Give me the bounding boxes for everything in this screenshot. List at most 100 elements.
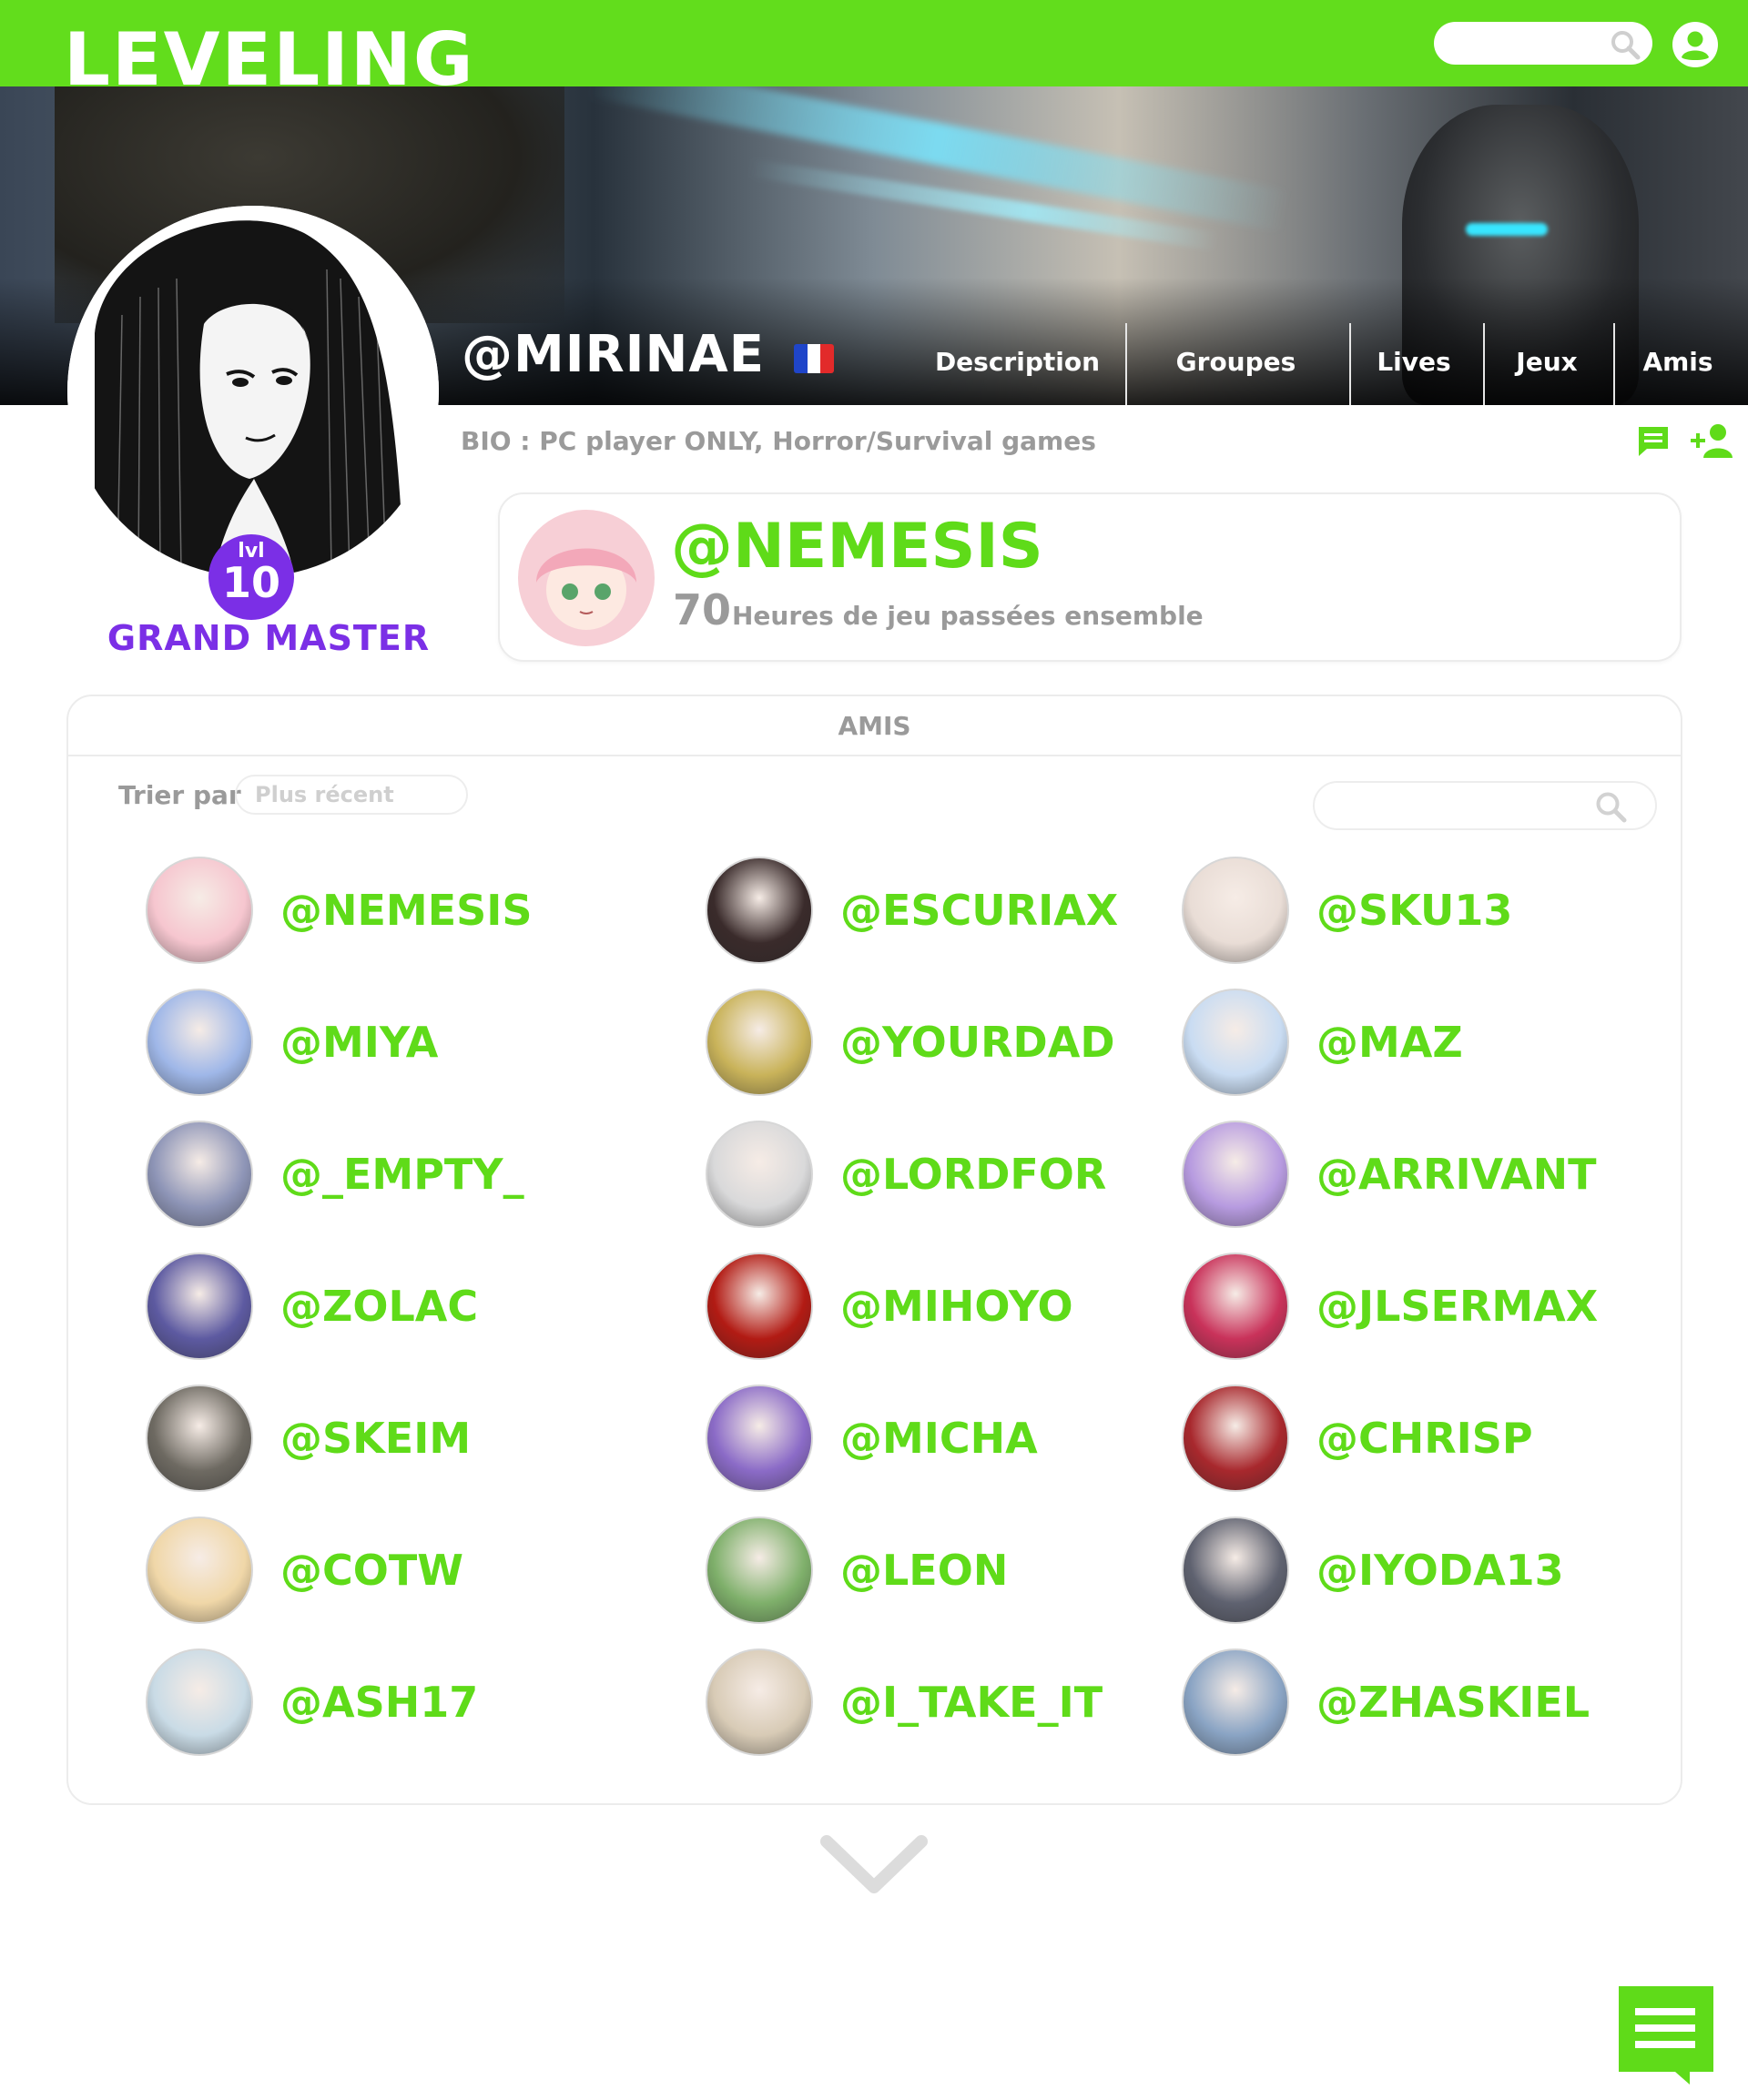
friend-item[interactable]: @MAZ xyxy=(1182,989,1692,1098)
hours-label: Heures de jeu passées ensemble xyxy=(732,601,1204,631)
friend-name[interactable]: @NEMESIS xyxy=(280,889,533,931)
friend-name[interactable]: @COTW xyxy=(280,1549,463,1591)
sort-select[interactable]: Plus récent xyxy=(235,775,468,815)
friend-avatar xyxy=(1182,989,1289,1096)
friend-item[interactable]: @ZOLAC xyxy=(146,1253,656,1362)
friend-item[interactable]: @I_TAKE_IT xyxy=(706,1649,1215,1758)
friend-avatar xyxy=(146,1121,253,1228)
friend-name[interactable]: @LORDFOR xyxy=(840,1153,1106,1195)
friend-avatar xyxy=(706,857,813,964)
chevron-down-icon[interactable] xyxy=(819,1834,929,1902)
friend-name[interactable]: @ASH17 xyxy=(280,1681,478,1723)
message-icon[interactable] xyxy=(1636,424,1671,462)
friend-name[interactable]: @MIHOYO xyxy=(840,1285,1073,1327)
profile-bio: BIO : PC player ONLY, Horror/Survival ga… xyxy=(461,426,1096,456)
friend-name[interactable]: @JLSERMAX xyxy=(1316,1285,1598,1327)
friend-name[interactable]: @ZOLAC xyxy=(280,1285,478,1327)
app-logo[interactable]: LEVELING xyxy=(64,24,475,87)
friend-avatar xyxy=(146,1649,253,1756)
top-bar: LEVELING xyxy=(0,0,1748,86)
friend-item[interactable]: @ARRIVANT xyxy=(1182,1121,1692,1230)
friend-item[interactable]: @MIYA xyxy=(146,989,656,1098)
add-friend-icon[interactable] xyxy=(1689,421,1734,463)
friend-item[interactable]: @MICHA xyxy=(706,1385,1215,1494)
friend-item[interactable]: @SKEIM xyxy=(146,1385,656,1494)
friend-name[interactable]: @CHRISP xyxy=(1316,1417,1533,1459)
tab-description[interactable]: Description xyxy=(915,320,1120,402)
friend-item[interactable]: @ESCURIAX xyxy=(706,857,1215,966)
sort-label: Trier par xyxy=(118,780,241,810)
friend-name[interactable]: @I_TAKE_IT xyxy=(840,1681,1103,1723)
friend-name[interactable]: @ESCURIAX xyxy=(840,889,1118,931)
friend-item[interactable]: @LORDFOR xyxy=(706,1121,1215,1230)
level-number: 10 xyxy=(221,558,280,607)
nav-divider xyxy=(1613,323,1615,405)
top-friend-card[interactable]: @NEMESIS 70 Heures de jeu passées ensemb… xyxy=(498,492,1682,662)
friend-item[interactable]: @MIHOYO xyxy=(706,1253,1215,1362)
friend-item[interactable]: @LEON xyxy=(706,1517,1215,1626)
tab-lives[interactable]: Lives xyxy=(1355,320,1473,402)
nav-divider xyxy=(1349,323,1351,405)
tab-amis[interactable]: Amis xyxy=(1619,320,1737,402)
friend-name[interactable]: @MIYA xyxy=(280,1021,438,1063)
friend-name[interactable]: @ZHASKIEL xyxy=(1316,1681,1590,1723)
tab-jeux[interactable]: Jeux xyxy=(1488,320,1606,402)
friend-avatar xyxy=(146,989,253,1096)
chat-icon[interactable] xyxy=(1617,1984,1717,2088)
friend-avatar xyxy=(1182,1517,1289,1624)
flag-france-icon xyxy=(794,344,834,373)
friend-avatar xyxy=(1182,1385,1289,1492)
friends-panel: AMIS Trier par Plus récent @NEMESIS @ESCU… xyxy=(66,695,1682,1805)
friend-avatar xyxy=(706,989,813,1096)
friend-avatar xyxy=(146,1517,253,1624)
tab-groupes[interactable]: Groupes xyxy=(1133,320,1338,402)
friend-name[interactable]: @ARRIVANT xyxy=(1316,1153,1597,1195)
friend-item[interactable]: @IYODA13 xyxy=(1182,1517,1692,1626)
top-friend-avatar xyxy=(518,510,655,646)
friend-item[interactable]: @COTW xyxy=(146,1517,656,1626)
profile-avatar xyxy=(67,206,439,577)
top-friend-name[interactable]: @NEMESIS xyxy=(671,516,1043,578)
friend-item[interactable]: @ZHASKIEL xyxy=(1182,1649,1692,1758)
friend-avatar xyxy=(706,1385,813,1492)
friend-name[interactable]: @SKEIM xyxy=(280,1417,471,1459)
friend-avatar xyxy=(146,857,253,964)
friend-item[interactable]: @JLSERMAX xyxy=(1182,1253,1692,1362)
friend-avatar xyxy=(1182,857,1289,964)
friend-item[interactable]: @_EMPTY_ xyxy=(146,1121,656,1230)
account-icon[interactable] xyxy=(1672,22,1718,67)
friend-name[interactable]: @_EMPTY_ xyxy=(280,1153,524,1195)
level-badge: lvl 10 xyxy=(208,534,294,620)
hours-count: 70 xyxy=(673,585,732,634)
friends-search-input[interactable] xyxy=(1313,781,1657,830)
friends-panel-title: AMIS xyxy=(68,696,1681,756)
search-icon[interactable] xyxy=(1593,789,1628,827)
friend-avatar xyxy=(146,1385,253,1492)
friend-name[interactable]: @LEON xyxy=(840,1549,1008,1591)
friend-item[interactable]: @NEMESIS xyxy=(146,857,656,966)
friend-item[interactable]: @YOURDAD xyxy=(706,989,1215,1098)
friend-avatar xyxy=(706,1253,813,1360)
friend-avatar xyxy=(1182,1649,1289,1756)
rank-title: GRAND MASTER xyxy=(107,618,431,658)
friend-avatar xyxy=(706,1517,813,1624)
friend-name[interactable]: @MAZ xyxy=(1316,1021,1463,1063)
friend-name[interactable]: @SKU13 xyxy=(1316,889,1512,931)
friend-avatar xyxy=(706,1121,813,1228)
nav-divider xyxy=(1125,323,1127,405)
friend-avatar xyxy=(1182,1253,1289,1360)
friend-item[interactable]: @ASH17 xyxy=(146,1649,656,1758)
friend-avatar xyxy=(706,1649,813,1756)
friend-item[interactable]: @SKU13 xyxy=(1182,857,1692,966)
profile-username: @MIRINAE xyxy=(462,325,765,384)
nav-divider xyxy=(1483,323,1485,405)
search-icon[interactable] xyxy=(1609,28,1641,65)
friend-name[interactable]: @MICHA xyxy=(840,1417,1038,1459)
header-search-input[interactable] xyxy=(1434,22,1652,65)
friend-avatar xyxy=(146,1253,253,1360)
friend-avatar xyxy=(1182,1121,1289,1228)
friend-name[interactable]: @IYODA13 xyxy=(1316,1549,1564,1591)
profile-page: LEVELING @MIRINAE Description Groupes Li… xyxy=(0,0,1748,2100)
friend-item[interactable]: @CHRISP xyxy=(1182,1385,1692,1494)
friend-name[interactable]: @YOURDAD xyxy=(840,1021,1115,1063)
